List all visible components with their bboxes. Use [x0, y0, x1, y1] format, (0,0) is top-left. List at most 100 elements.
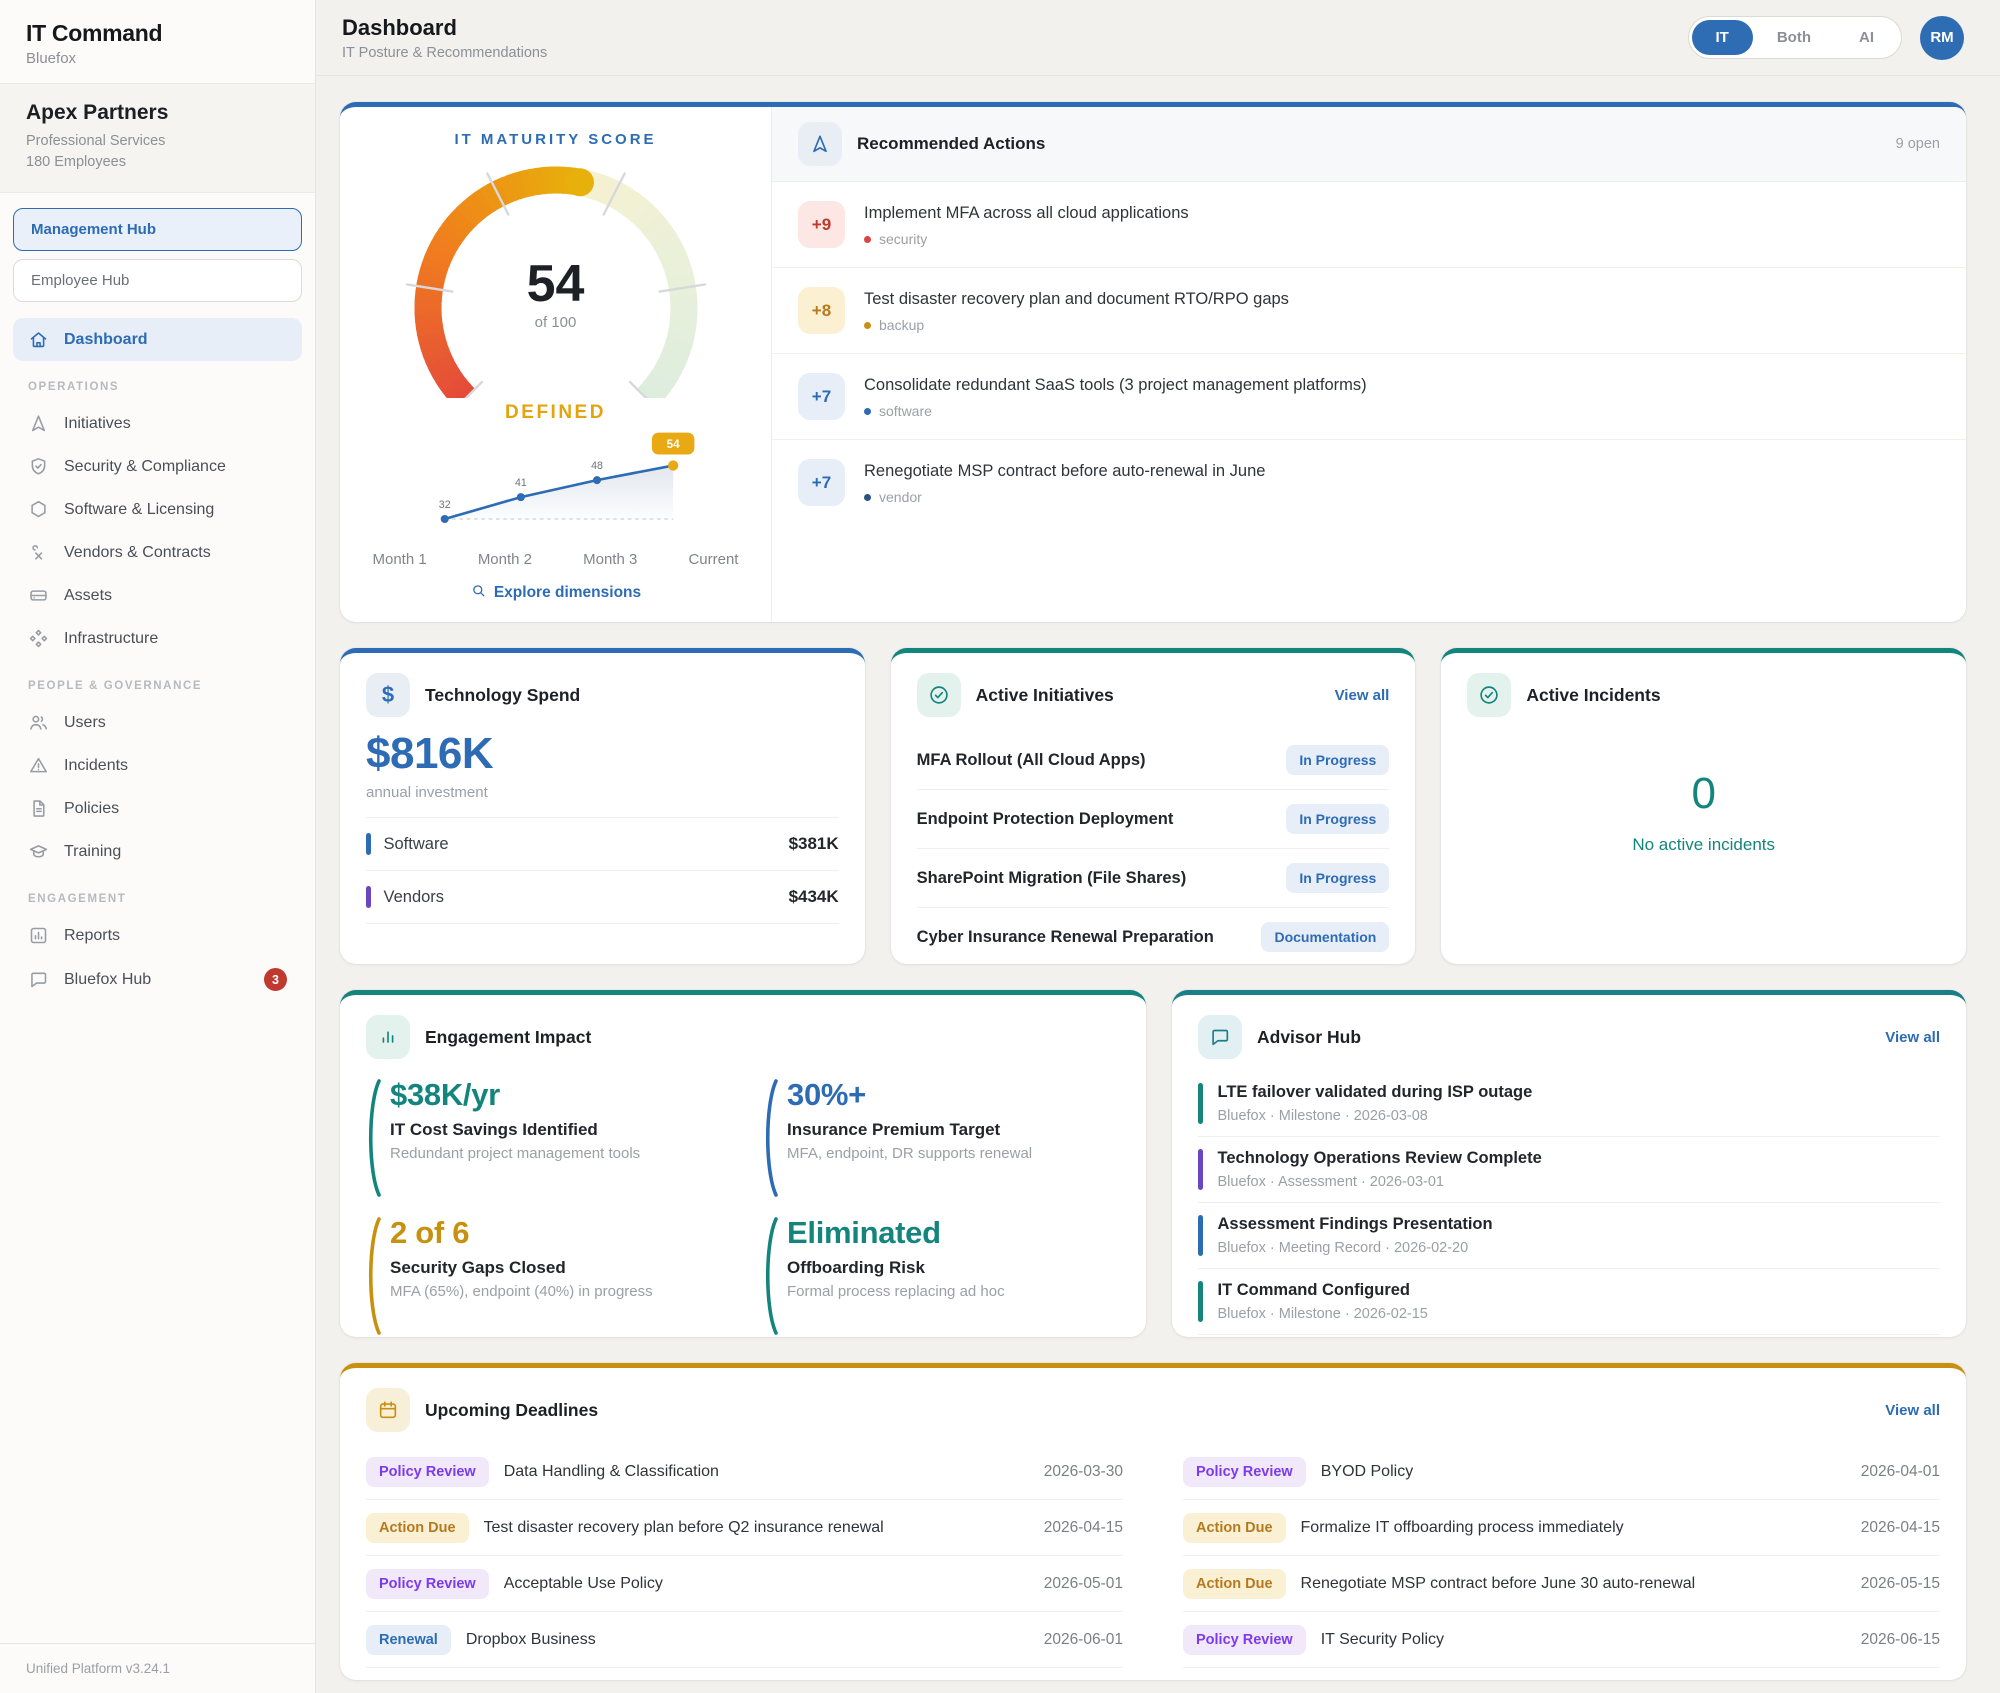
initiative-row[interactable]: Endpoint Protection Deployment In Progre… — [917, 790, 1390, 849]
action-item[interactable]: +7 Consolidate redundant SaaS tools (3 p… — [772, 353, 1966, 439]
sidebar-item-training[interactable]: Training — [13, 830, 302, 873]
initiative-title: Endpoint Protection Deployment — [917, 810, 1174, 829]
sidebar-item-label: Infrastructure — [64, 630, 158, 648]
sidebar-item-software-licensing[interactable]: Software & Licensing — [13, 488, 302, 531]
stat-desc: Redundant project management tools — [390, 1145, 640, 1162]
initiative-title: MFA Rollout (All Cloud Apps) — [917, 751, 1146, 770]
deadline-row[interactable]: Action Due Formalize IT offboarding proc… — [1183, 1500, 1940, 1556]
deadline-row[interactable]: Action Due Renegotiate MSP contract befo… — [1183, 1556, 1940, 1612]
trend-month-label: Current — [688, 551, 738, 568]
advisor-item[interactable]: IT Command Configured Bluefox · Mileston… — [1198, 1269, 1940, 1335]
action-content: Renegotiate MSP contract before auto-ren… — [864, 459, 1265, 505]
tag-dot-icon — [864, 322, 871, 329]
search-icon — [470, 582, 487, 604]
technology-spend-header: $ Technology Spend — [340, 653, 865, 727]
stat-content: 30%+ Insurance Premium Target MFA, endpo… — [787, 1077, 1032, 1199]
deadline-type-badge: Action Due — [1183, 1569, 1286, 1599]
action-content: Implement MFA across all cloud applicati… — [864, 201, 1189, 247]
trend-month-label: Month 1 — [373, 551, 427, 568]
advisor-item[interactable]: Assessment Findings Presentation Bluefox… — [1198, 1203, 1940, 1269]
deadline-title: IT Security Policy — [1321, 1631, 1444, 1649]
action-title: Test disaster recovery plan and document… — [864, 287, 1289, 309]
advisor-item[interactable]: LTE failover validated during ISP outage… — [1198, 1071, 1940, 1137]
deadline-row[interactable]: Policy Review IT Security Policy 2026-06… — [1183, 1612, 1940, 1668]
stat-value: Eliminated — [787, 1215, 1005, 1251]
sidebar-item-assets[interactable]: Assets — [13, 574, 302, 617]
main-area: Dashboard IT Posture & Recommendations I… — [316, 0, 2000, 1693]
sidebar-item-label: Software & Licensing — [64, 501, 214, 519]
advisor-view-all-link[interactable]: View all — [1885, 1029, 1940, 1046]
active-incidents-body: 0 No active incidents — [1441, 727, 1966, 855]
sidebar-item-bluefox-hub[interactable]: Bluefox Hub3 — [13, 957, 302, 1002]
sidebar-item-reports[interactable]: Reports — [13, 914, 302, 957]
deadline-title: Data Handling & Classification — [504, 1463, 719, 1481]
toggle-option-both[interactable]: Both — [1753, 20, 1835, 55]
action-score-badge: +7 — [798, 459, 845, 506]
active-incidents-title: Active Incidents — [1526, 685, 1660, 706]
accent-bar-icon — [1198, 1215, 1203, 1256]
technology-spend-card: $ Technology Spend $816K annual investme… — [340, 648, 865, 964]
svg-text:41: 41 — [514, 477, 526, 489]
initiative-row[interactable]: Cyber Insurance Renewal Preparation Docu… — [917, 908, 1390, 967]
hub-button-management-hub[interactable]: Management Hub — [13, 208, 302, 251]
deadline-row[interactable]: Policy Review Acceptable Use Policy 2026… — [366, 1556, 1123, 1612]
initiative-row[interactable]: MFA Rollout (All Cloud Apps) In Progress — [917, 731, 1390, 790]
toggle-option-ai[interactable]: AI — [1835, 20, 1898, 55]
spend-row-software: Software $381K — [366, 817, 839, 870]
action-item[interactable]: +8 Test disaster recovery plan and docum… — [772, 267, 1966, 353]
shield-check-icon — [28, 456, 49, 477]
status-badge: In Progress — [1286, 745, 1389, 775]
maturity-gauge: 54 of 100 — [366, 150, 746, 398]
deadline-type-badge: Policy Review — [366, 1457, 489, 1487]
stat-desc: Formal process replacing ad hoc — [787, 1283, 1005, 1300]
deadline-row[interactable]: Renewal Dropbox Business 2026-06-01 — [366, 1612, 1123, 1668]
sidebar-item-users[interactable]: Users — [13, 701, 302, 744]
action-item[interactable]: +7 Renegotiate MSP contract before auto-… — [772, 439, 1966, 525]
initiatives-view-all-link[interactable]: View all — [1335, 687, 1390, 704]
spend-value: $434K — [789, 887, 839, 907]
stat-desc: MFA, endpoint, DR supports renewal — [787, 1145, 1032, 1162]
advisor-content: IT Command Configured Bluefox · Mileston… — [1218, 1281, 1428, 1322]
active-initiatives-card: Active Initiatives View all MFA Rollout … — [891, 648, 1416, 964]
sidebar-item-security-compliance[interactable]: Security & Compliance — [13, 445, 302, 488]
sidebar-item-infrastructure[interactable]: Infrastructure — [13, 617, 302, 660]
status-badge: In Progress — [1286, 863, 1389, 893]
action-tag: software — [864, 403, 1367, 419]
spend-rows: Software $381K Vendors $434K — [366, 817, 839, 924]
spend-label: Vendors — [384, 888, 445, 907]
explore-dimensions-link[interactable]: Explore dimensions — [470, 582, 641, 604]
advisor-item-title: Assessment Findings Presentation — [1218, 1215, 1493, 1234]
deadline-type-badge: Action Due — [1183, 1513, 1286, 1543]
trend-month-labels: Month 1Month 2Month 3Current — [373, 551, 739, 568]
deadline-date: 2026-04-15 — [1845, 1519, 1940, 1537]
deadline-title: Acceptable Use Policy — [504, 1575, 663, 1593]
deadline-row[interactable]: Action Due Test disaster recovery plan b… — [366, 1500, 1123, 1556]
sidebar-item-incidents[interactable]: Incidents — [13, 744, 302, 787]
avatar[interactable]: RM — [1920, 16, 1964, 60]
sidebar-item-vendors-contracts[interactable]: Vendors & Contracts — [13, 531, 302, 574]
initiative-row[interactable]: SharePoint Migration (File Shares) In Pr… — [917, 849, 1390, 908]
stat-value: $38K/yr — [390, 1077, 640, 1113]
deadline-row[interactable]: Policy Review Data Handling & Classifica… — [366, 1444, 1123, 1500]
sidebar-item-label: Vendors & Contracts — [64, 544, 211, 562]
status-badge: Documentation — [1261, 922, 1389, 952]
toggle-option-it[interactable]: IT — [1692, 20, 1753, 55]
hub-button-employee-hub[interactable]: Employee Hub — [13, 259, 302, 302]
deadlines-columns: Policy Review Data Handling & Classifica… — [340, 1442, 1966, 1680]
advisor-item[interactable]: Technology Operations Review Complete Bl… — [1198, 1137, 1940, 1203]
deadlines-column: Policy Review Data Handling & Classifica… — [366, 1444, 1123, 1668]
sidebar-item-label: Dashboard — [64, 331, 148, 349]
deadlines-view-all-link[interactable]: View all — [1885, 1402, 1940, 1419]
dollar-icon: $ — [366, 673, 410, 717]
sidebar-item-label: Reports — [64, 927, 120, 945]
sidebar-item-initiatives[interactable]: Initiatives — [13, 402, 302, 445]
sidebar-item-dashboard[interactable]: Dashboard — [13, 318, 302, 361]
message-square-icon — [1198, 1015, 1242, 1059]
sidebar-item-policies[interactable]: Policies — [13, 787, 302, 830]
action-item[interactable]: +9 Implement MFA across all cloud applic… — [772, 182, 1966, 267]
advisor-hub-card: Advisor Hub View all LTE failover valida… — [1172, 990, 1966, 1337]
status-badge: In Progress — [1286, 804, 1389, 834]
deadline-row[interactable]: Policy Review BYOD Policy 2026-04-01 — [1183, 1444, 1940, 1500]
engagement-impact-header: Engagement Impact — [340, 995, 1146, 1069]
advisor-content: Technology Operations Review Complete Bl… — [1218, 1149, 1542, 1190]
